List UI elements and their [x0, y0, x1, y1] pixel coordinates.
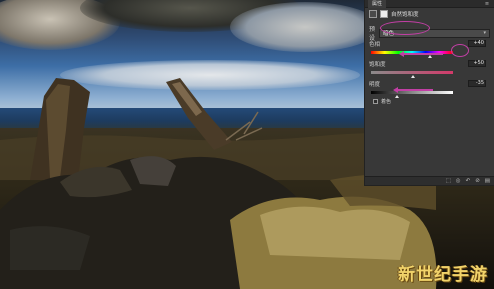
chevron-down-icon: ▾: [483, 30, 486, 36]
saturation-slider-track[interactable]: [371, 71, 453, 74]
saturation-label: 饱和度: [369, 62, 386, 68]
saturation-slider-thumb[interactable]: [411, 75, 415, 78]
colorize-option[interactable]: 着色: [373, 98, 391, 105]
lightness-label: 明度: [369, 82, 381, 88]
properties-tab[interactable]: 属性: [368, 0, 387, 8]
view-previous-icon[interactable]: ◎: [456, 178, 461, 184]
adjustment-title: 自然饱和度: [391, 12, 419, 18]
lightness-value[interactable]: -35: [468, 80, 486, 87]
annotation-arrow-lightness: [393, 87, 433, 92]
saturation-value[interactable]: +50: [468, 60, 486, 67]
clip-layer-icon[interactable]: ⬚: [446, 178, 451, 184]
visibility-icon[interactable]: ⊘: [475, 178, 480, 184]
watermark-logo: 新世纪手游: [398, 265, 488, 285]
hue-value[interactable]: +40: [468, 40, 486, 47]
delete-layer-icon[interactable]: ▤: [485, 178, 490, 184]
adjustment-header: 自然饱和度: [365, 8, 494, 20]
hue-slider-thumb[interactable]: [428, 55, 432, 58]
annotation-arrow-hue: [399, 51, 443, 56]
panel-titlebar: 属性 ≡: [365, 0, 494, 8]
lightness-slider-thumb[interactable]: [395, 95, 399, 98]
annotation-ellipse-hue: [451, 44, 469, 57]
reset-icon[interactable]: ↶: [466, 178, 471, 184]
colorize-checkbox[interactable]: [373, 99, 378, 104]
lightness-slider-track[interactable]: [371, 91, 453, 94]
panel-menu-icon[interactable]: ≡: [483, 0, 491, 8]
annotation-ellipse-preset: [380, 21, 430, 35]
colorize-label: 着色: [381, 99, 392, 105]
panel-footer: ⬚ ◎ ↶ ⊘ ▤: [365, 176, 494, 185]
hue-label: 色相: [369, 42, 381, 48]
properties-panel: 属性 ≡ 自然饱和度 预设 暗色 ▾ 色相 +40 饱和度 +50 明度 -35…: [364, 0, 494, 186]
layer-mask-icon[interactable]: [380, 10, 388, 18]
adjustment-layer-icon: [369, 10, 377, 18]
